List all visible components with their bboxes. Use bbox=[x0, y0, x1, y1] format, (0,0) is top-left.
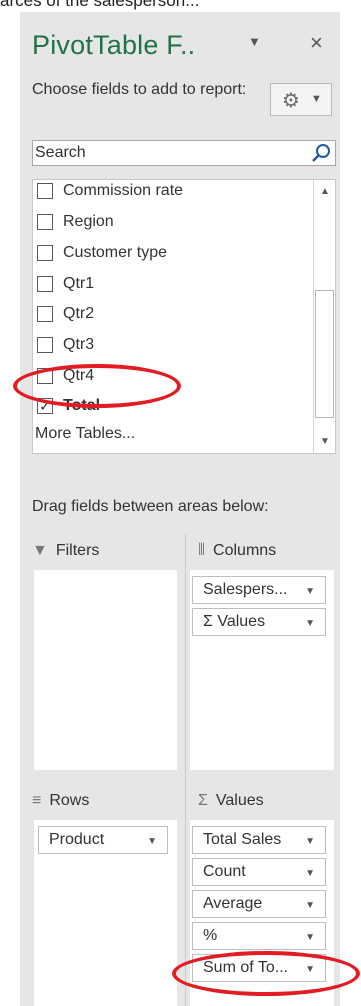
field-item[interactable]: Commission rate bbox=[37, 180, 184, 204]
chevron-down-icon[interactable]: ▼ bbox=[305, 932, 315, 943]
values-field-chip[interactable]: Total Sales ▼ bbox=[192, 826, 326, 854]
pivot-field-list-pane: PivotTable F.. ▼ × Choose fields to add … bbox=[20, 12, 340, 1006]
values-field-chip[interactable]: Average ▼ bbox=[192, 890, 326, 918]
area-divider bbox=[185, 534, 186, 1006]
chevron-down-icon[interactable]: ▼ bbox=[305, 900, 315, 911]
values-field-chip[interactable]: Count ▼ bbox=[192, 858, 326, 886]
chip-label: Count bbox=[203, 863, 246, 880]
highlight-ellipse-sum bbox=[172, 951, 360, 996]
close-icon[interactable]: × bbox=[310, 30, 323, 56]
checkbox[interactable] bbox=[37, 183, 53, 199]
gear-icon: ⚙ bbox=[282, 90, 300, 112]
chip-label: Σ Values bbox=[203, 613, 266, 630]
search-icon[interactable] bbox=[311, 143, 331, 163]
field-label: Qtr2 bbox=[63, 305, 95, 322]
rows-icon: ≡ bbox=[32, 792, 42, 809]
field-label: Qtr1 bbox=[63, 275, 95, 292]
chevron-down-icon[interactable]: ▼ bbox=[147, 836, 157, 847]
title-dropdown-icon[interactable]: ▼ bbox=[248, 34, 261, 49]
values-field-chip[interactable]: % ▼ bbox=[192, 922, 326, 950]
highlight-ellipse-total bbox=[13, 364, 181, 408]
columns-field-chip[interactable]: Salespers... ▼ bbox=[192, 576, 326, 604]
chip-label: Total Sales bbox=[203, 831, 282, 848]
search-input[interactable]: Search bbox=[32, 140, 336, 166]
filters-area-header: ▼ Filters bbox=[32, 542, 99, 560]
field-item[interactable]: Customer type bbox=[37, 240, 167, 266]
filters-drop-zone[interactable] bbox=[34, 570, 177, 770]
field-label: Region bbox=[63, 213, 114, 230]
chevron-down-icon[interactable]: ▼ bbox=[305, 868, 315, 879]
columns-area-header: ⦀ Columns bbox=[198, 542, 276, 560]
values-area-header: Σ Values bbox=[198, 792, 264, 810]
field-label: Customer type bbox=[63, 244, 168, 261]
columns-field-chip[interactable]: Σ Values ▼ bbox=[192, 608, 326, 636]
field-list: Commission rate Region Customer type Qtr… bbox=[32, 179, 336, 454]
rows-drop-zone[interactable]: Product ▼ bbox=[34, 820, 177, 1006]
rows-field-chip[interactable]: Product ▼ bbox=[38, 826, 168, 854]
values-label: Values bbox=[215, 792, 264, 809]
checkbox[interactable] bbox=[37, 276, 53, 292]
search-placeholder: Search bbox=[35, 144, 86, 161]
tools-button[interactable]: ⚙ ▼ bbox=[270, 83, 332, 116]
chevron-down-icon: ▼ bbox=[311, 93, 322, 105]
field-label: Commission rate bbox=[63, 182, 184, 199]
field-item[interactable]: Qtr1 bbox=[37, 271, 94, 297]
sigma-icon: Σ bbox=[198, 792, 208, 809]
columns-drop-zone[interactable]: Salespers... ▼ Σ Values ▼ bbox=[190, 570, 334, 770]
more-tables-link[interactable]: More Tables... bbox=[35, 425, 135, 443]
chevron-down-icon[interactable]: ▼ bbox=[305, 836, 315, 847]
chip-label: % bbox=[203, 927, 218, 944]
chevron-down-icon[interactable]: ▼ bbox=[305, 618, 315, 629]
field-item[interactable]: Qtr2 bbox=[37, 301, 94, 327]
cropped-sheet-text: arces of the salesperson... bbox=[0, 0, 200, 10]
scroll-up-icon[interactable]: ▲ bbox=[320, 186, 330, 197]
rows-label: Rows bbox=[49, 792, 90, 809]
checkbox[interactable] bbox=[37, 214, 53, 230]
field-list-scrollbar[interactable]: ▲ ▼ bbox=[313, 180, 335, 453]
checkbox[interactable] bbox=[37, 245, 53, 261]
field-item[interactable]: Qtr3 bbox=[37, 332, 94, 358]
chip-label: Salespers... bbox=[203, 581, 288, 598]
scroll-down-icon[interactable]: ▼ bbox=[320, 436, 330, 447]
filters-label: Filters bbox=[55, 542, 100, 559]
chip-label: Product bbox=[49, 831, 105, 848]
checkbox[interactable] bbox=[37, 306, 53, 322]
scrollbar-thumb[interactable] bbox=[315, 290, 334, 418]
drag-fields-label: Drag fields between areas below: bbox=[32, 498, 269, 515]
chevron-down-icon[interactable]: ▼ bbox=[305, 586, 315, 597]
columns-label: Columns bbox=[213, 542, 277, 559]
field-item[interactable]: Region bbox=[37, 209, 114, 235]
checkbox[interactable] bbox=[37, 337, 53, 353]
columns-icon: ⦀ bbox=[198, 542, 206, 559]
field-label: Qtr3 bbox=[63, 336, 95, 353]
filter-icon: ▼ bbox=[32, 542, 48, 559]
pane-title: PivotTable F.. bbox=[32, 30, 196, 60]
rows-area-header: ≡ Rows bbox=[32, 792, 89, 810]
choose-fields-label: Choose fields to add to report: bbox=[32, 81, 247, 98]
chip-label: Average bbox=[203, 895, 263, 912]
